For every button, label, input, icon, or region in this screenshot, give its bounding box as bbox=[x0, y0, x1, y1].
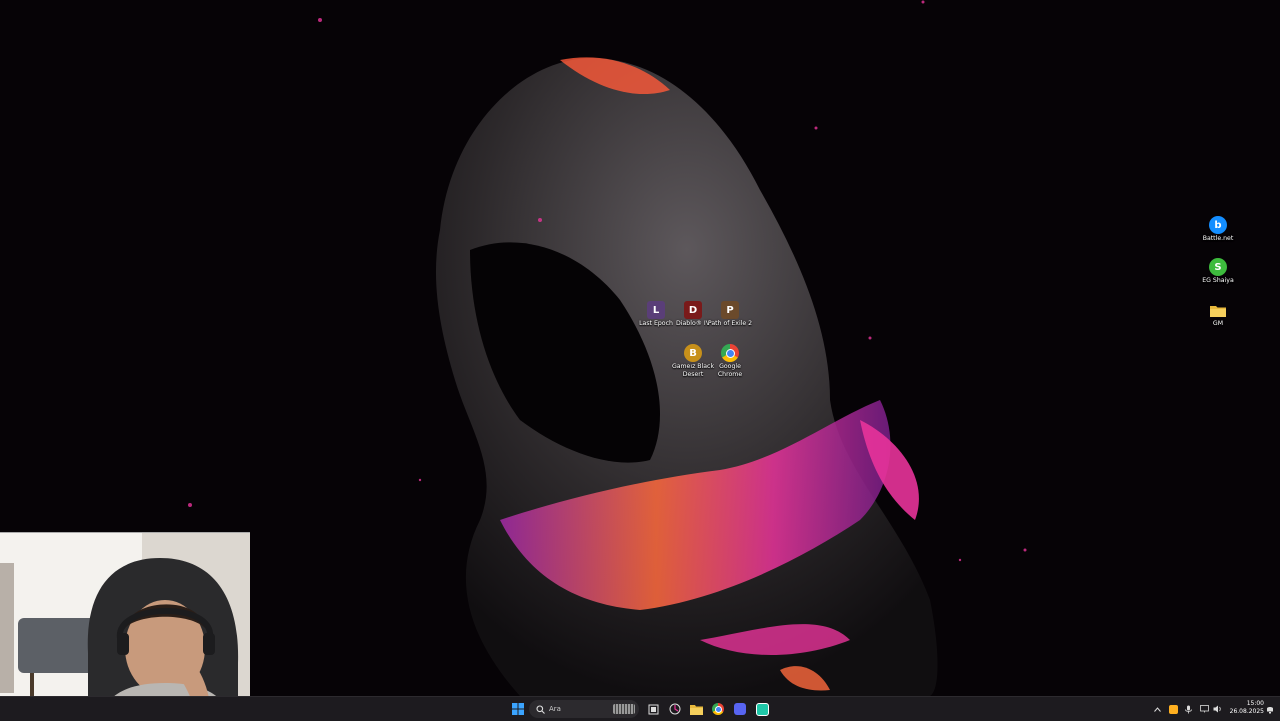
file-explorer-button[interactable] bbox=[687, 700, 705, 718]
notification-bell-icon bbox=[1267, 706, 1273, 713]
desktop-icon-battlenet[interactable]: b Battle.net bbox=[1195, 216, 1241, 243]
webcam-image bbox=[0, 533, 250, 721]
desktop-icon-gm-folder[interactable]: GM bbox=[1195, 301, 1241, 328]
tray-app-icon bbox=[1168, 704, 1178, 714]
webcam-overlay bbox=[0, 532, 250, 721]
volume-icon bbox=[1213, 705, 1221, 713]
start-icon bbox=[512, 703, 524, 715]
snipping-tool-button[interactable] bbox=[666, 700, 684, 718]
shaiya-icon: S bbox=[1209, 258, 1227, 276]
tray-volume[interactable] bbox=[1212, 701, 1224, 717]
desktop-icon-label: Google Chrome bbox=[717, 363, 743, 378]
chevron-up-icon bbox=[1153, 706, 1161, 712]
tray-network[interactable] bbox=[1198, 701, 1210, 717]
task-view-button[interactable] bbox=[644, 700, 662, 718]
start-button[interactable] bbox=[509, 700, 527, 718]
desktop-icon-label: Battle.net bbox=[1202, 235, 1234, 242]
clock-date: 26.08.2025 bbox=[1229, 708, 1264, 715]
desktop-icon-path-of-exile-2[interactable]: P Path of Exile 2 bbox=[707, 301, 753, 328]
app-icon bbox=[755, 702, 769, 716]
taskbar-clock[interactable]: 15:00 26.08.2025 bbox=[1226, 700, 1264, 716]
chrome-icon bbox=[721, 344, 739, 362]
tray-cloud[interactable] bbox=[1182, 701, 1194, 717]
taskbar-search[interactable]: Ara bbox=[529, 700, 639, 718]
tray-overflow-chevron[interactable] bbox=[1152, 701, 1162, 717]
network-icon bbox=[1199, 705, 1209, 713]
desktop-icon-google-chrome[interactable]: Google Chrome bbox=[707, 344, 753, 378]
task-view-icon bbox=[648, 704, 658, 714]
search-placeholder: Ara bbox=[549, 705, 561, 713]
chrome-taskbar-button[interactable] bbox=[709, 700, 727, 718]
notification-button[interactable] bbox=[1264, 701, 1276, 717]
battlenet-icon: b bbox=[1209, 216, 1227, 234]
microphone-icon bbox=[1184, 705, 1192, 713]
last-epoch-icon: L bbox=[647, 301, 665, 319]
path-of-exile-icon: P bbox=[721, 301, 739, 319]
app-button[interactable] bbox=[753, 700, 771, 718]
black-desert-icon: B bbox=[684, 344, 702, 362]
discord-button[interactable] bbox=[731, 700, 749, 718]
search-highlight-icon bbox=[613, 704, 635, 714]
desktop-icon-label: EG Shaiya bbox=[1202, 277, 1234, 284]
desktop-icon-label: GM bbox=[1212, 320, 1224, 327]
diablo-icon: D bbox=[684, 301, 702, 319]
search-icon bbox=[536, 704, 545, 714]
taskbar: Ara 15:00 26.08.2025 bbox=[0, 696, 1280, 721]
desktop-icon-label: Path of Exile 2 bbox=[707, 320, 753, 327]
clock-time: 15:00 bbox=[1246, 700, 1264, 707]
chrome-icon bbox=[712, 703, 724, 715]
file-explorer-icon bbox=[689, 704, 703, 715]
desktop-icon-eg-shaiya[interactable]: S EG Shaiya bbox=[1195, 258, 1241, 285]
discord-icon bbox=[734, 703, 746, 715]
snipping-icon bbox=[669, 703, 681, 715]
tray-app[interactable] bbox=[1167, 701, 1179, 717]
folder-icon bbox=[1209, 301, 1227, 319]
